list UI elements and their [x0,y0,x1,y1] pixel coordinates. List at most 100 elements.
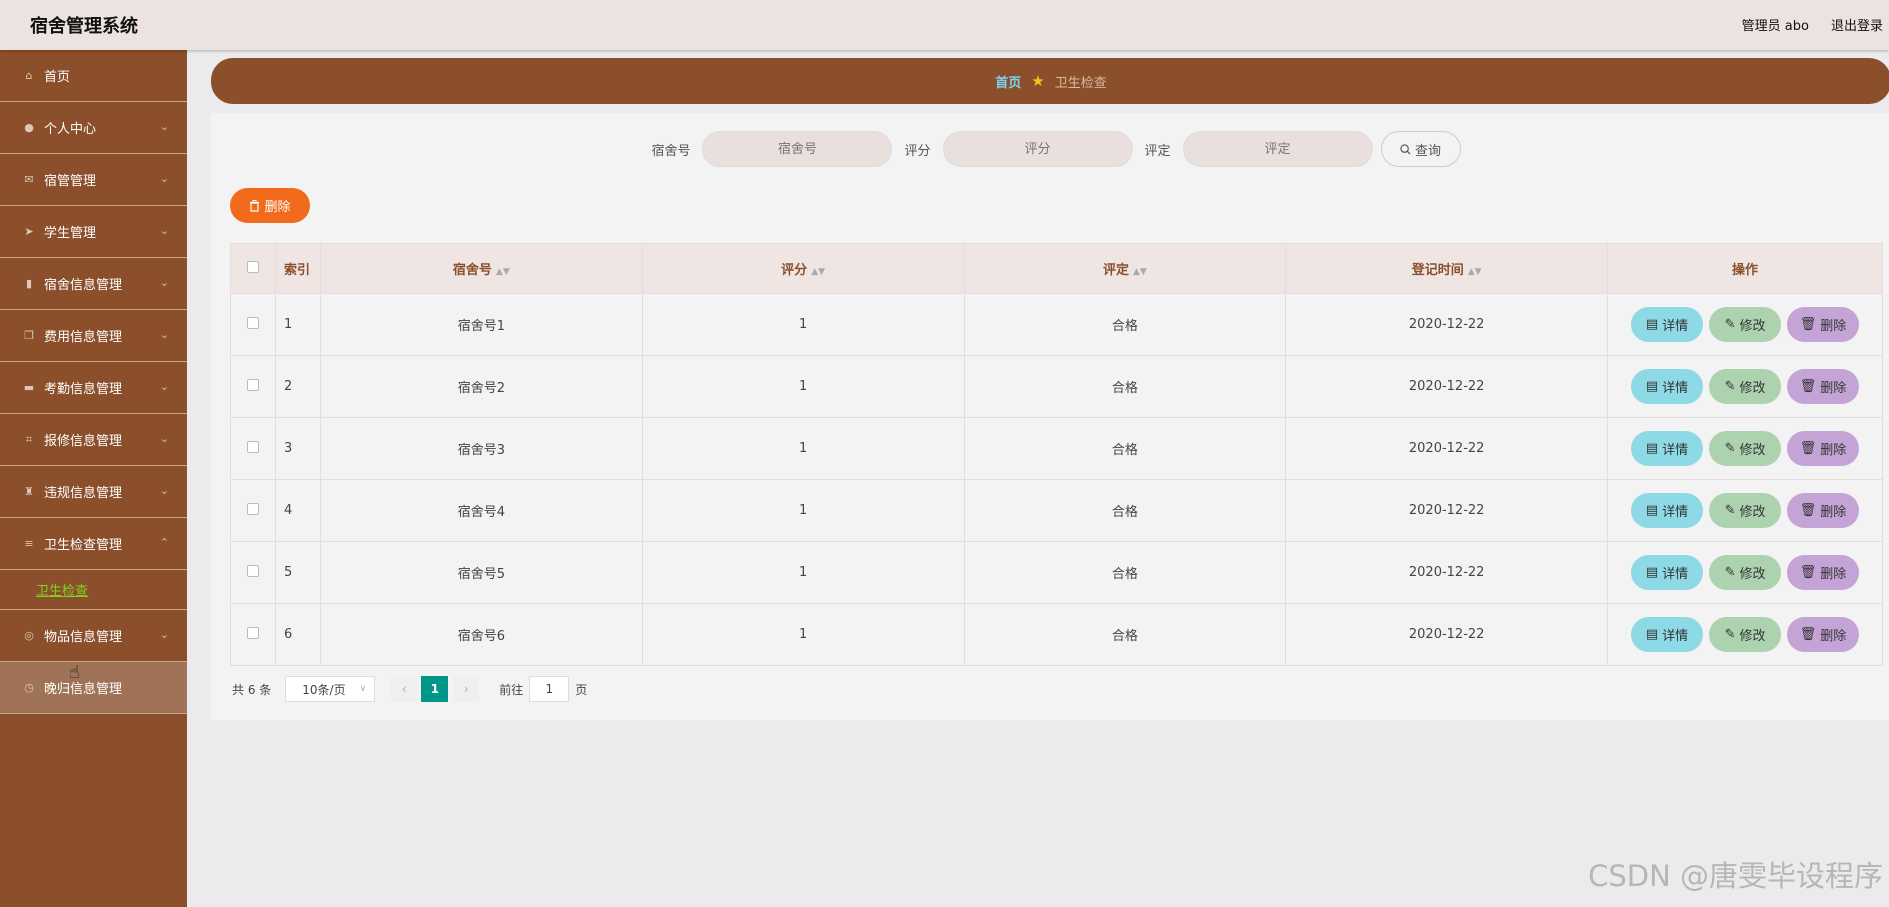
detail-button[interactable]: ▤ 详情 [1631,617,1704,652]
cell-room: 宿舍号3 [319,417,643,480]
header-score[interactable]: 评分 ▲▼ [641,243,965,294]
send-icon: ➤ [24,225,34,238]
sidebar-item[interactable]: ≡ 卫生检查管理 ⌃ [0,518,187,570]
delete-button[interactable]: 🗑 删除 [1787,307,1860,342]
sidebar: ⌂ 首页 ● 个人中心 ⌄ ✉ 宿管管理 ⌄ ➤ 学生管理 ⌄ ▮ 宿舍信息管理 ⌄ ❐ 费用信息管理 ⌄ ▬ 考勤… [0,50,187,907]
delete-button[interactable]: 🗑 删除 [1787,493,1860,528]
rating-search-input[interactable] [1182,131,1373,167]
cell-score: 1 [641,355,965,418]
sidebar-item[interactable]: ❐ 费用信息管理 ⌄ [0,310,187,362]
sidebar-item[interactable]: ➤ 学生管理 ⌄ [0,206,187,258]
header-room[interactable]: 宿舍号 ▲▼ [319,243,643,294]
crop-icon: ⌗ [25,432,33,446]
detail-button[interactable]: ▤ 详情 [1631,307,1704,342]
top-right: 管理员 abo 退出登录 [1742,15,1883,34]
cell-actions: ▤ 详情 ✎ 修改 🗑 删除 [1607,293,1883,356]
prev-page-button[interactable]: ‹ [391,676,418,702]
next-page-button[interactable]: › [453,676,480,702]
document-icon: ▤ [1645,627,1659,642]
cell-actions: ▤ 详情 ✎ 修改 🗑 删除 [1607,541,1883,604]
cell-room: 宿舍号2 [319,355,643,418]
chevron-down-icon: ∨ [359,684,367,694]
row-select-cell[interactable] [230,603,276,666]
search-icon [1400,143,1411,155]
trash-icon: 🗑 [1799,627,1817,642]
row-checkbox[interactable] [246,316,259,329]
query-button[interactable]: 查询 [1380,131,1461,167]
edit-button[interactable]: ✎ 修改 [1709,369,1782,404]
cell-date: 2020-12-22 [1285,603,1609,666]
row-checkbox[interactable] [246,564,259,577]
logout-link[interactable]: 退出登录 [1831,15,1883,34]
chevron-down-icon: ⌄ [159,432,169,445]
batch-delete-button[interactable]: 删除 [230,188,310,223]
cell-index: 5 [274,541,321,604]
edit-button[interactable]: ✎ 修改 [1709,493,1782,528]
breadcrumb-current[interactable]: 卫生检查 [1055,72,1107,91]
sidebar-item[interactable]: ● 个人中心 ⌄ [0,102,187,154]
sidebar-item[interactable]: ♜ 违规信息管理 ⌄ [0,466,187,518]
detail-button[interactable]: ▤ 详情 [1631,369,1704,404]
page-size-select[interactable]: 10条/页 ∨ [285,676,376,702]
sidebar-item-label: 报修信息管理 [44,434,123,449]
chevron-up-icon: ⌃ [159,536,169,549]
sidebar-item[interactable]: ⌗ 报修信息管理 ⌄ [0,414,187,466]
row-checkbox[interactable] [246,440,259,453]
sort-icon[interactable]: ▲▼ [1133,267,1147,277]
detail-button[interactable]: ▤ 详情 [1631,555,1704,590]
edit-button[interactable]: ✎ 修改 [1709,555,1782,590]
sidebar-item[interactable]: ▮ 宿舍信息管理 ⌄ [0,258,187,310]
edit-button[interactable]: ✎ 修改 [1709,617,1782,652]
goto-page-input[interactable]: 1 [529,676,570,702]
top-bar: 宿舍管理系统 管理员 abo 退出登录 [0,0,1889,50]
inspection-table: 索引 宿舍号 ▲▼ 评分 ▲▼ 评定 ▲▼ 登记时间 ▲▼ 操作 1 宿舍号1 1 合格 202… [230,243,1883,666]
sidebar-item[interactable]: ◎ 物品信息管理 ⌄ [0,610,187,662]
breadcrumb-home[interactable]: 首页 [995,72,1021,91]
sort-icon[interactable]: ▲▼ [1468,267,1482,277]
cell-rating: 合格 [963,479,1287,542]
table-row: 3 宿舍号3 1 合格 2020-12-22 ▤ 详情 ✎ 修改 🗑 删除 [230,417,1883,480]
sidebar-item-label: 宿舍信息管理 [44,278,123,293]
sidebar-item[interactable]: ◷ 晚归信息管理 [0,662,187,714]
select-all-cell[interactable] [230,243,276,294]
row-select-cell[interactable] [230,541,276,604]
select-all-checkbox[interactable] [246,260,259,273]
row-select-cell[interactable] [230,417,276,480]
header-rating[interactable]: 评定 ▲▼ [963,243,1287,294]
row-select-cell[interactable] [230,479,276,542]
delete-button[interactable]: 🗑 删除 [1787,555,1860,590]
sort-icon[interactable]: ▲▼ [496,267,510,277]
sidebar-item[interactable]: ⌂ 首页 [0,50,187,102]
sort-icon[interactable]: ▲▼ [811,267,825,277]
cell-score: 1 [641,293,965,356]
delete-button[interactable]: 🗑 删除 [1787,431,1860,466]
page-1[interactable]: 1 [421,676,449,702]
header-date[interactable]: 登记时间 ▲▼ [1285,243,1609,294]
detail-button[interactable]: ▤ 详情 [1631,431,1704,466]
edit-button[interactable]: ✎ 修改 [1709,307,1782,342]
delete-button[interactable]: 🗑 删除 [1787,617,1860,652]
document-icon: ▤ [1645,565,1659,580]
cell-date: 2020-12-22 [1285,355,1609,418]
room-search-input[interactable] [702,131,893,167]
detail-button[interactable]: ▤ 详情 [1631,493,1704,528]
row-checkbox[interactable] [246,378,259,391]
row-checkbox[interactable] [246,626,259,639]
sidebar-item[interactable]: ▬ 考勤信息管理 ⌄ [0,362,187,414]
row-select-cell[interactable] [230,293,276,356]
row-select-cell[interactable] [230,355,276,418]
header-actions: 操作 [1607,243,1883,294]
chevron-down-icon: ⌄ [159,276,169,289]
delete-button[interactable]: 🗑 删除 [1787,369,1860,404]
chevron-down-icon: ⌄ [159,628,169,641]
cell-actions: ▤ 详情 ✎ 修改 🗑 删除 [1607,479,1883,542]
cell-date: 2020-12-22 [1285,293,1609,356]
edit-button[interactable]: ✎ 修改 [1709,431,1782,466]
sidebar-subitem-hygiene[interactable]: 卫生检查 [0,570,187,610]
cell-actions: ▤ 详情 ✎ 修改 🗑 删除 [1607,355,1883,418]
score-search-input[interactable] [942,131,1133,167]
compass-icon: ◎ [24,629,34,642]
sidebar-item[interactable]: ✉ 宿管管理 ⌄ [0,154,187,206]
row-checkbox[interactable] [246,502,259,515]
monitor-icon: ▬ [23,381,35,394]
